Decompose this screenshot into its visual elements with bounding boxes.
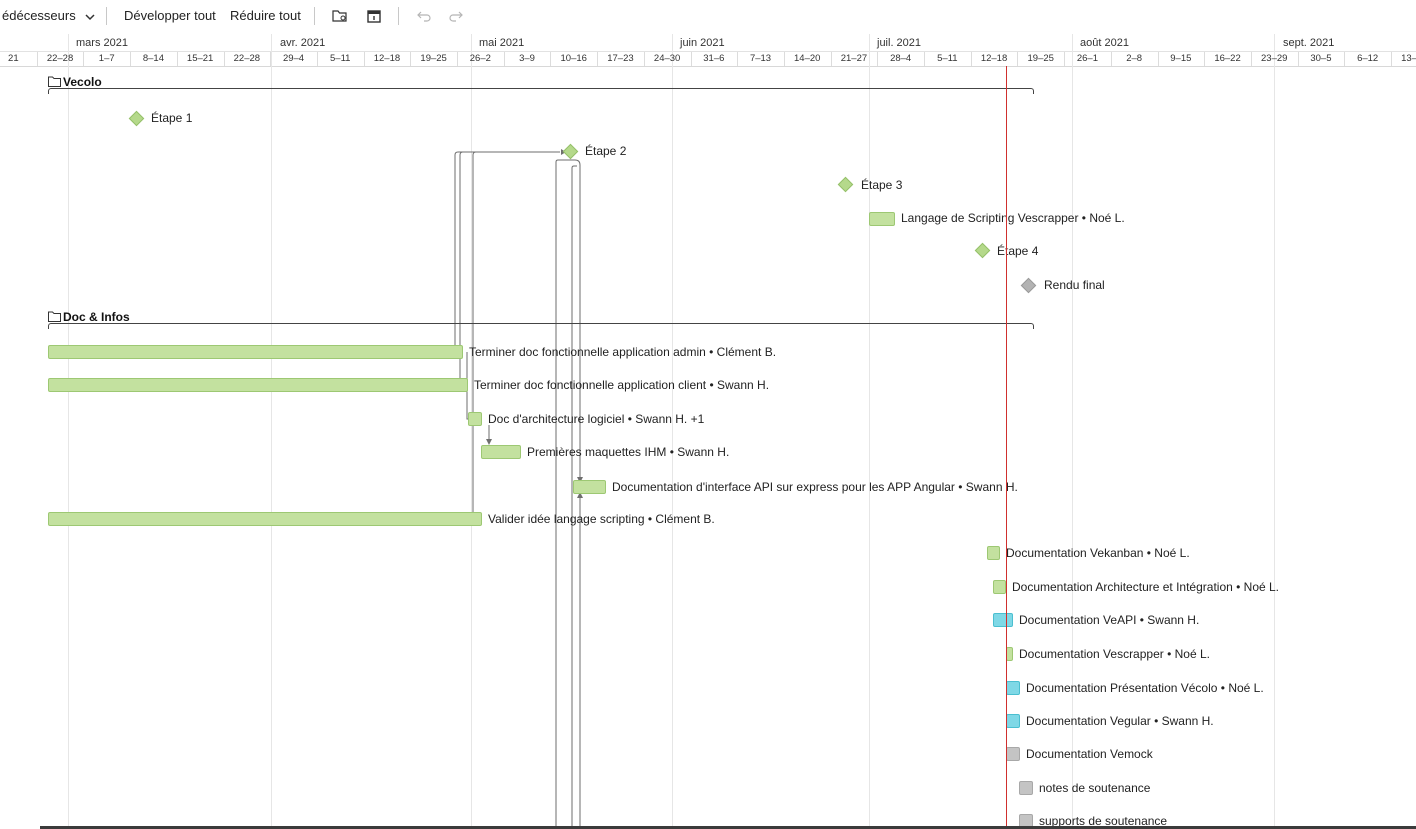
task-label: Terminer doc fonctionnelle application a… (469, 345, 777, 359)
task-bar[interactable] (1006, 747, 1020, 761)
milestone-label: Étape 2 (585, 144, 627, 158)
group-summary-bar (48, 88, 1034, 94)
task-bar[interactable] (1019, 781, 1033, 795)
task-label: Langage de Scripting Vescrapper • Noé L. (901, 211, 1125, 225)
task-label: Documentation Architecture et Intégratio… (1012, 580, 1280, 594)
task-bar[interactable] (481, 445, 521, 459)
task-bar[interactable] (987, 546, 1000, 560)
task-bar[interactable] (993, 580, 1006, 594)
task-label: Documentation Vemock (1026, 747, 1153, 761)
folder-icon (48, 76, 61, 87)
task-label: Valider idée langage scripting • Clément… (488, 512, 715, 526)
group-label: Doc & Infos (63, 310, 130, 324)
milestone-label: Étape 1 (151, 111, 193, 125)
task-label: Documentation Vescrapper • Noé L. (1019, 647, 1210, 661)
task-label: Premières maquettes IHM • Swann H. (527, 445, 730, 459)
group-summary-bar (48, 323, 1034, 329)
task-bar[interactable] (48, 378, 468, 392)
task-bar[interactable] (869, 212, 895, 226)
task-bar[interactable] (48, 512, 482, 526)
task-label: Documentation Présentation Vécolo • Noé … (1026, 681, 1264, 695)
milestone-label: Étape 3 (861, 178, 903, 192)
group-vecolo[interactable]: Vecolo (48, 75, 102, 89)
group-label: Vecolo (63, 75, 102, 89)
dependency-connectors (454, 149, 583, 829)
milestone-label: Rendu final (1044, 278, 1105, 292)
today-marker (1006, 66, 1007, 829)
task-label: Doc d'architecture logiciel • Swann H. +… (488, 412, 705, 426)
task-label: Documentation d'interface API sur expres… (612, 480, 1018, 494)
task-bar[interactable] (468, 412, 482, 426)
task-bar[interactable] (48, 345, 463, 359)
task-label: notes de soutenance (1039, 781, 1151, 795)
task-label: Documentation Vekanban • Noé L. (1006, 546, 1190, 560)
task-bar[interactable] (573, 480, 606, 494)
task-label: Documentation VeAPI • Swann H. (1019, 613, 1200, 627)
folder-icon (48, 311, 61, 322)
task-bar[interactable] (1006, 647, 1013, 661)
task-bar[interactable] (1006, 714, 1020, 728)
task-label: Documentation Vegular • Swann H. (1026, 714, 1214, 728)
task-bar[interactable] (993, 613, 1013, 627)
group-doc-infos[interactable]: Doc & Infos (48, 310, 130, 324)
milestone-label: Étape 4 (997, 244, 1039, 258)
task-label: Terminer doc fonctionnelle application c… (474, 378, 770, 392)
task-bar[interactable] (1006, 681, 1020, 695)
gantt-chart: Vecolo Étape 1 Étape 2 Étape 3 Langage d… (0, 0, 1416, 829)
